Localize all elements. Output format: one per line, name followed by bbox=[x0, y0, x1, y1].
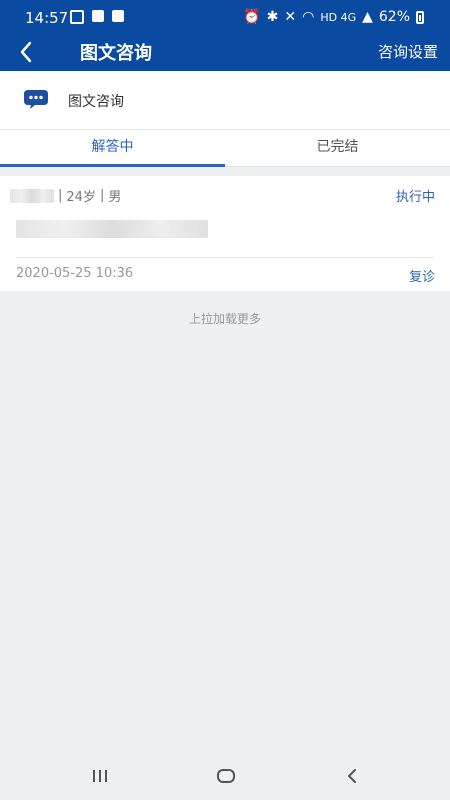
tab-answering[interactable]: 解答中 bbox=[0, 130, 225, 167]
patient-meta: | 24岁 | 男 bbox=[10, 186, 121, 205]
status-bar: 14:57 ⏰ ✱ ✕ ◠ HD 4G ▲ 62% bbox=[0, 0, 450, 34]
back-button[interactable] bbox=[12, 38, 40, 66]
chat-bubble-icon bbox=[24, 90, 48, 109]
battery-text: 62% bbox=[378, 9, 410, 25]
app-notification-icon bbox=[92, 10, 104, 22]
navigation-bar: 图文咨询 咨询设置 bbox=[0, 34, 450, 71]
tab-bar: 解答中 已完结 bbox=[0, 130, 450, 167]
back-arrow-icon bbox=[20, 41, 32, 63]
recent-apps-button[interactable] bbox=[86, 764, 114, 788]
system-icons: ⏰ ✱ ✕ ◠ HD 4G ▲ 62% bbox=[243, 9, 424, 25]
patient-gender: 男 bbox=[108, 190, 122, 205]
home-button[interactable] bbox=[212, 764, 240, 788]
consultation-header: 图文咨询 bbox=[0, 71, 450, 130]
patient-age: 24岁 bbox=[66, 190, 96, 205]
check-notification-icon bbox=[112, 10, 124, 22]
separator: | bbox=[99, 188, 105, 203]
separator: | bbox=[58, 188, 63, 203]
card-divider bbox=[16, 257, 434, 258]
consult-settings-button[interactable]: 咨询设置 bbox=[378, 41, 438, 62]
bluetooth-icon: ✱ bbox=[266, 9, 279, 25]
alarm-icon: ⏰ bbox=[243, 9, 261, 25]
recent-apps-icon bbox=[93, 770, 107, 782]
header-label: 图文咨询 bbox=[68, 94, 124, 110]
tab-completed[interactable]: 已完结 bbox=[225, 130, 450, 166]
load-more-hint: 上拉加载更多 bbox=[188, 312, 261, 326]
consultation-card[interactable]: | 24岁 | 男 执行中 2020-05-25 10:36 复诊 bbox=[0, 176, 450, 291]
status-badge: 执行中 bbox=[395, 190, 435, 205]
status-time: 14:57 bbox=[25, 9, 69, 27]
signal-icon: ▲ bbox=[362, 9, 373, 25]
battery-icon bbox=[416, 10, 424, 24]
system-back-button[interactable] bbox=[338, 764, 366, 788]
page-title: 图文咨询 bbox=[80, 43, 152, 64]
notification-icons bbox=[70, 10, 124, 24]
top-bar: 14:57 ⏰ ✱ ✕ ◠ HD 4G ▲ 62% 图文咨询 咨询设置 bbox=[0, 0, 450, 71]
mute-icon: ✕ bbox=[284, 9, 297, 25]
network-type: HD 4G bbox=[320, 10, 357, 24]
image-notification-icon bbox=[70, 10, 84, 24]
patient-name-redacted bbox=[10, 188, 54, 203]
system-navigation-bar bbox=[0, 750, 450, 800]
consult-time: 2020-05-25 10:36 bbox=[16, 266, 134, 281]
wifi-icon: ◠ bbox=[302, 9, 315, 25]
back-chevron-icon bbox=[348, 769, 356, 783]
revisit-button[interactable]: 复诊 bbox=[409, 266, 435, 285]
message-preview-redacted bbox=[16, 220, 208, 238]
home-icon bbox=[217, 769, 235, 783]
